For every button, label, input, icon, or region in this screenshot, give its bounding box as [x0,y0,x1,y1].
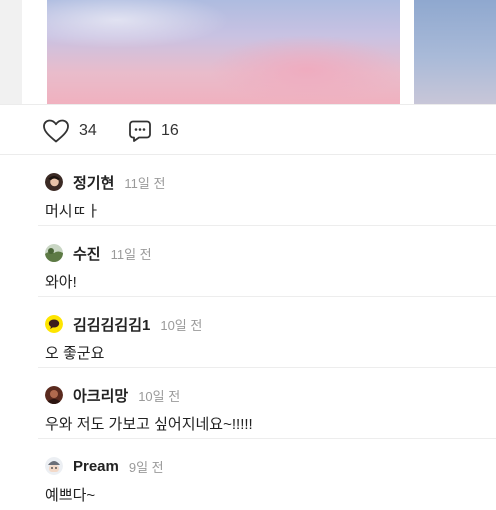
comment-item: 정기현 11일 전 머시ㄸㅏ [0,155,496,226]
next-photo[interactable] [414,0,496,104]
comment-list: 정기현 11일 전 머시ㄸㅏ 수진 11일 전 와아! 김김김김김1 10일 전… [0,155,496,510]
comment-time: 9일 전 [128,459,164,475]
comment-text: 와아! [45,274,77,291]
comment-text: 우와 저도 가보고 싶어지네요~!!!!! [45,416,253,433]
comment-button[interactable]: 16 [128,118,179,144]
woman-portrait-icon [45,173,63,191]
comment-icon [129,120,151,142]
avatar[interactable] [45,457,63,475]
comment-header: 정기현 11일 전 [45,172,165,192]
previous-photo[interactable] [0,0,22,104]
comment-header: Pream 9일 전 [45,456,164,476]
photo-carousel[interactable] [0,0,496,104]
comment-count: 16 [161,122,179,139]
comment-item: Pream 9일 전 예쁘다~ [0,439,496,510]
comment-item: 아크리망 10일 전 우와 저도 가보고 싶어지네요~!!!!! [0,368,496,439]
comment-header: 김김김김김1 10일 전 [45,314,202,334]
landscape-photo-icon [45,244,63,262]
comment-text: 오 좋군요 [45,345,105,362]
comment-author[interactable]: 정기현 [73,172,114,193]
comment-header: 수진 11일 전 [45,243,152,263]
comment-author[interactable]: Pream [73,458,119,475]
like-count: 34 [79,122,97,139]
comment-author[interactable]: 김김김김김1 [73,314,150,335]
comment-header: 아크리망 10일 전 [45,385,180,405]
character-face-icon [45,457,63,475]
kakao-talk-icon [45,315,63,333]
comment-author[interactable]: 수진 [73,243,101,264]
comment-time: 10일 전 [138,388,181,404]
comment-author[interactable]: 아크리망 [73,385,128,406]
comment-time: 10일 전 [160,317,203,333]
like-button[interactable]: 34 [42,118,97,144]
avatar[interactable] [45,173,63,191]
avatar[interactable] [45,315,63,333]
avatar[interactable] [45,386,63,404]
comment-item: 수진 11일 전 와아! [0,226,496,297]
heart-icon [43,119,69,143]
comment-time: 11일 전 [110,246,152,262]
avatar[interactable] [45,244,63,262]
dark-portrait-icon [45,386,63,404]
comment-item: 김김김김김1 10일 전 오 좋군요 [0,297,496,368]
post-stats-bar: 34 16 [0,104,496,155]
comment-time: 11일 전 [124,175,166,191]
post-photo[interactable] [47,0,400,104]
comment-text: 예쁘다~ [45,487,96,504]
comment-text: 머시ㄸㅏ [45,203,101,220]
